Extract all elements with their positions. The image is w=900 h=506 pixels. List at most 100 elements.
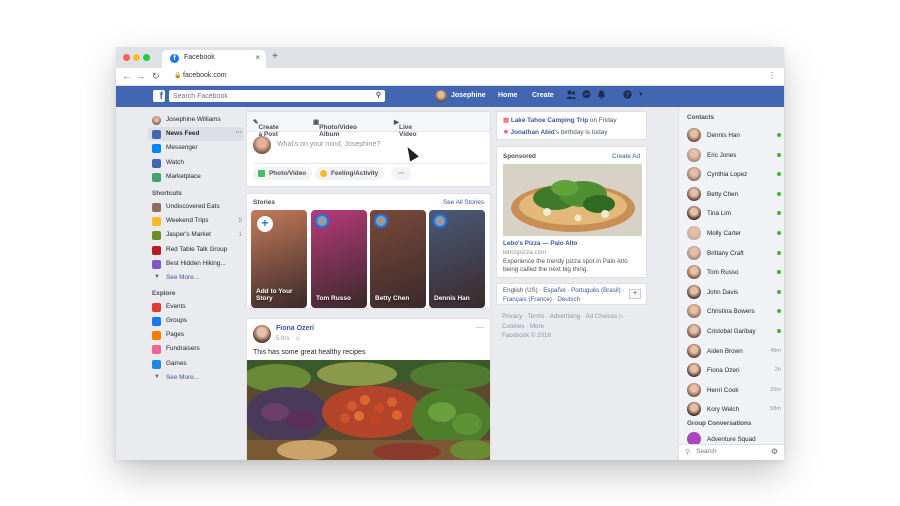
contact-item[interactable]: Molly Carter <box>687 223 781 243</box>
sidebar-item-groups[interactable]: Groups <box>148 314 244 328</box>
search-input[interactable] <box>169 90 365 102</box>
story-card[interactable]: Dennis Han <box>429 210 485 308</box>
contact-item[interactable]: John Davis <box>687 282 781 302</box>
browser-tab[interactable]: f Facebook × <box>162 50 266 68</box>
sidebar-item-jasper-s-market[interactable]: Jasper's Market 1 <box>148 228 244 242</box>
add-language-button[interactable]: + <box>629 289 641 299</box>
minimize-window-dot[interactable] <box>133 54 140 61</box>
footer-link[interactable]: Cookies <box>502 323 524 330</box>
composer-more-button[interactable]: ··· <box>391 167 412 180</box>
language-link[interactable]: Español <box>543 287 565 294</box>
sidebar-item-news-feed[interactable]: News Feed ··· <box>148 126 244 142</box>
contact-item[interactable]: Brittany Craft <box>687 243 781 263</box>
contact-item[interactable]: Cristobal Garibay <box>687 321 781 341</box>
contacts-search-input[interactable] <box>696 448 756 455</box>
sidebar-item-marketplace[interactable]: Marketplace <box>148 170 244 184</box>
birthday-row[interactable]: ❖ Jonathan Abid's birthday is today <box>503 128 607 136</box>
new-tab-button[interactable]: + <box>272 51 278 62</box>
group-name: Adventure Squad <box>707 436 756 443</box>
browser-menu-icon[interactable]: ⋮ <box>768 71 776 80</box>
language-link[interactable]: Français (France) <box>503 296 552 303</box>
sidebar-item-fundraisers[interactable]: Fundraisers <box>148 342 244 356</box>
sidebar-item-undiscovered-eats[interactable]: Undiscovered Eats <box>148 200 244 214</box>
composer-input[interactable]: What's on your mind, Josephine? <box>277 141 380 148</box>
contact-item[interactable]: Eric Jones <box>687 145 781 165</box>
photo-icon <box>258 170 265 177</box>
search-icon[interactable]: ⚲ <box>376 91 381 99</box>
close-window-dot[interactable] <box>123 54 130 61</box>
facebook-logo-icon[interactable]: f <box>153 90 165 102</box>
story-card[interactable]: Betty Chen <box>370 210 426 308</box>
contact-item[interactable]: Henri Cook 20m <box>687 380 781 400</box>
avatar[interactable] <box>253 325 271 343</box>
contact-name: Dennis Han <box>707 132 740 139</box>
create-ad-link[interactable]: Create Ad <box>612 153 640 160</box>
language-link[interactable]: Deutsch <box>557 296 580 303</box>
sidebar-item-events[interactable]: Events <box>148 300 244 314</box>
contact-item[interactable]: Tom Russo <box>687 262 781 282</box>
avatar[interactable] <box>435 90 447 102</box>
notifications-bell-icon[interactable] <box>597 90 606 101</box>
ad-image[interactable] <box>503 164 642 236</box>
footer-link[interactable]: Advertising <box>550 313 581 320</box>
language-link[interactable]: Português (Brasil) <box>571 287 621 294</box>
back-arrow-icon[interactable]: ← <box>122 71 131 81</box>
tab-photo-video-album[interactable]: ▣ Photo/Video Album <box>313 118 357 138</box>
tab-close-icon[interactable]: × <box>255 53 260 62</box>
sidebar-item-games[interactable]: Games <box>148 357 244 371</box>
help-icon[interactable]: ? <box>623 90 632 101</box>
story-card[interactable]: Tom Russo <box>311 210 367 308</box>
create-link[interactable]: Create <box>532 92 554 99</box>
footer-link[interactable]: Terms <box>528 313 545 320</box>
contact-item[interactable]: Betty Chen <box>687 184 781 204</box>
sidebar-item-messenger[interactable]: Messenger <box>148 141 244 155</box>
add-story-icon[interactable]: + <box>257 216 273 232</box>
feeling-activity-button[interactable]: Feeling/Activity <box>315 167 385 180</box>
online-status-icon <box>777 231 781 235</box>
contact-item[interactable]: Dennis Han <box>687 125 781 145</box>
photo-video-button[interactable]: Photo/Video <box>253 167 313 180</box>
friend-requests-icon[interactable] <box>566 90 576 101</box>
avatar <box>687 167 701 182</box>
sidebar-item-weekend-trips[interactable]: Weekend Trips 5 <box>148 214 244 228</box>
stories-heading: Stories <box>253 199 276 206</box>
contact-item[interactable]: Aiden Brown 49m <box>687 341 781 361</box>
home-link[interactable]: Home <box>498 92 517 99</box>
reload-icon[interactable]: ↻ <box>152 71 160 82</box>
footer-link[interactable]: Privacy <box>502 313 522 320</box>
shortcuts-see-more-link[interactable]: ▼ See More... <box>148 271 244 284</box>
see-all-stories-link[interactable]: See All Stories <box>443 199 484 206</box>
gear-icon[interactable]: ⚙ <box>771 447 778 456</box>
sidebar-profile[interactable]: Josephine Williams <box>148 113 244 127</box>
profile-link[interactable]: Josephine <box>451 92 486 99</box>
footer-link[interactable]: More <box>530 323 544 330</box>
maximize-window-dot[interactable] <box>143 54 150 61</box>
ad-description: Experience the trendy pizza spot in Palo… <box>503 258 628 274</box>
explore-see-more-link[interactable]: ▼ See More... <box>148 371 244 384</box>
event-row[interactable]: ▦ Lake Tahoe Camping Trip on Friday <box>503 116 617 124</box>
post-photo[interactable] <box>247 360 490 460</box>
story-card[interactable]: + Add to Your Story <box>251 210 307 308</box>
contact-item[interactable]: Cynthia Lopez <box>687 164 781 184</box>
contact-item[interactable]: Tina Lim <box>687 203 781 223</box>
tab-create-post[interactable]: ✎ Create a Post <box>253 118 279 138</box>
contact-item[interactable]: Fiona Ozeri 2h <box>687 360 781 380</box>
sidebar-item-best-hidden-hiking[interactable]: Best Hidden Hiking... <box>148 257 244 271</box>
contact-item[interactable]: Christina Bowers <box>687 301 781 321</box>
ad-url[interactable]: lebospizza.com <box>503 249 546 256</box>
url-field[interactable]: facebook.com <box>183 72 227 79</box>
messenger-icon[interactable] <box>582 90 591 101</box>
tab-live-video[interactable]: ▶ Live Video <box>394 118 417 138</box>
contact-item[interactable]: Kory Welch 58m <box>687 399 781 419</box>
footer-link[interactable]: Ad Choices <box>585 313 617 320</box>
post-menu-button[interactable]: ··· <box>476 323 484 332</box>
post-author-link[interactable]: Fiona Ozeri <box>276 325 314 332</box>
sidebar-item-watch[interactable]: Watch <box>148 156 244 170</box>
item-options-icon[interactable]: ··· <box>236 126 242 140</box>
account-menu-chevron-icon[interactable]: ▼ <box>638 92 644 98</box>
sidebar-item-pages[interactable]: Pages <box>148 328 244 342</box>
forward-arrow-icon[interactable]: → <box>136 71 145 81</box>
sidebar-item-red-table-talk-group[interactable]: Red Table Talk Group <box>148 243 244 257</box>
red-icon <box>152 245 161 255</box>
ad-title-link[interactable]: Lebo's Pizza — Palo Alto <box>503 240 577 247</box>
